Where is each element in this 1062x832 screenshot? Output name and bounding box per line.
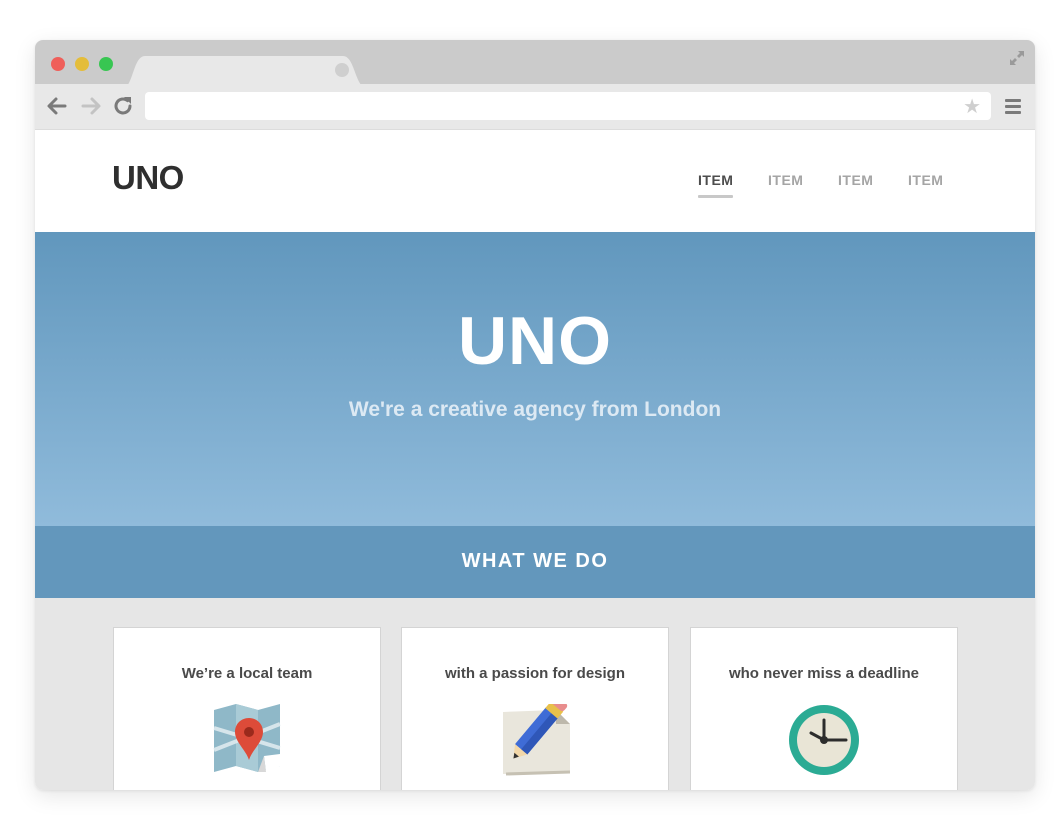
feature-card: who never miss a deadline xyxy=(690,627,958,790)
tab-close-icon[interactable] xyxy=(335,63,349,77)
feature-title: who never miss a deadline xyxy=(728,665,920,682)
site-header: UNO ITEM ITEM ITEM ITEM xyxy=(35,130,1035,232)
arrow-right-icon[interactable] xyxy=(79,94,103,118)
nav-item-3[interactable]: ITEM xyxy=(838,172,873,188)
nav-item-2[interactable]: ITEM xyxy=(768,172,803,188)
hero-title: UNO xyxy=(457,303,613,379)
feature-title: with a passion for design xyxy=(444,665,626,682)
feature-card: with a passion for design xyxy=(401,627,669,790)
minimize-window-button[interactable] xyxy=(75,57,89,71)
reload-icon[interactable] xyxy=(111,94,135,118)
browser-tab[interactable] xyxy=(123,54,367,88)
close-window-button[interactable] xyxy=(51,57,65,71)
features-section: We’re a local team with a passion for de… xyxy=(35,598,1035,790)
hero-section: UNO We're a creative agency from London xyxy=(35,232,1035,526)
hamburger-menu-icon[interactable] xyxy=(1003,96,1023,116)
browser-titlebar xyxy=(35,40,1035,88)
feature-title: We’re a local team xyxy=(181,665,313,682)
section-heading-band: WHAT WE DO xyxy=(35,526,1035,598)
expand-icon[interactable] xyxy=(1007,48,1027,68)
section-title: WHAT WE DO xyxy=(461,550,609,572)
page-viewport: UNO ITEM ITEM ITEM ITEM UNO We're a crea… xyxy=(35,130,1035,790)
feature-card: We’re a local team xyxy=(113,627,381,790)
browser-toolbar: ★ xyxy=(35,84,1035,130)
star-icon[interactable]: ★ xyxy=(963,95,981,117)
hero-subtitle: We're a creative agency from London xyxy=(348,398,722,421)
maximize-window-button[interactable] xyxy=(99,57,113,71)
nav-item-1[interactable]: ITEM xyxy=(698,172,734,198)
clock-icon xyxy=(789,704,859,776)
browser-window: ★ UNO ITEM ITEM ITEM ITEM UNO We're a cr… xyxy=(35,40,1035,790)
address-bar[interactable]: ★ xyxy=(145,92,991,120)
map-pin-icon xyxy=(212,704,282,776)
arrow-left-icon[interactable] xyxy=(45,94,69,118)
pencil-icon xyxy=(500,696,571,776)
site-logo[interactable]: UNO xyxy=(112,159,184,197)
nav-item-4[interactable]: ITEM xyxy=(908,172,943,188)
